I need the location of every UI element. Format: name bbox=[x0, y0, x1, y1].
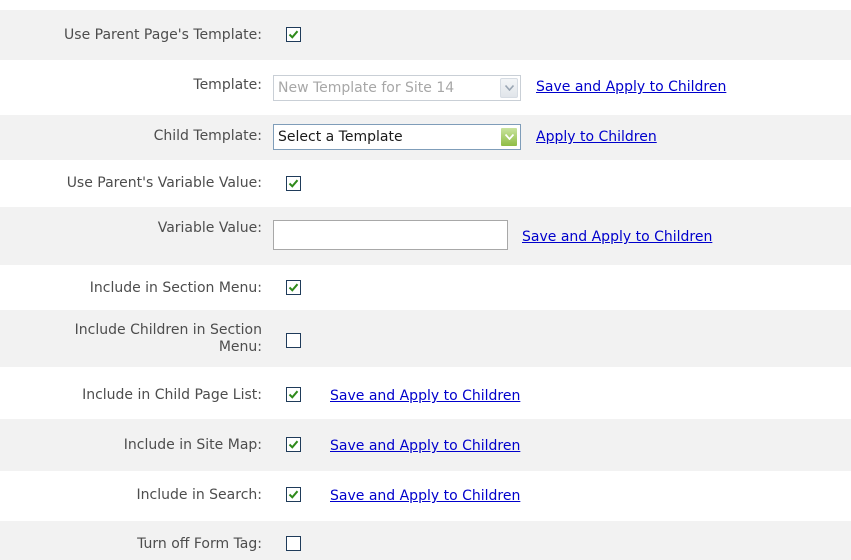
page-properties-form: Use Parent Page's Template: Template: Ne… bbox=[0, 0, 851, 560]
check-icon bbox=[288, 490, 299, 499]
row-include-search: Include in Search: Save and Apply to Chi… bbox=[0, 471, 851, 521]
template-select[interactable]: New Template for Site 14 bbox=[273, 75, 521, 101]
variable-value-save-apply-children-link[interactable]: Save and Apply to Children bbox=[522, 229, 712, 246]
row-turn-off-form-tag: Turn off Form Tag: bbox=[0, 521, 851, 560]
row-use-parent-template: Use Parent Page's Template: bbox=[0, 10, 851, 60]
include-section-menu-checkbox[interactable] bbox=[286, 280, 301, 295]
use-parent-template-checkbox[interactable] bbox=[286, 27, 301, 42]
search-save-apply-children-link[interactable]: Save and Apply to Children bbox=[330, 488, 520, 505]
child-template-select-value: Select a Template bbox=[278, 129, 403, 145]
check-icon bbox=[288, 390, 299, 399]
include-section-menu-label: Include in Section Menu: bbox=[89, 280, 262, 296]
child-template-apply-children-link[interactable]: Apply to Children bbox=[536, 129, 657, 146]
template-label: Template: bbox=[193, 77, 262, 93]
row-include-site-map: Include in Site Map: Save and Apply to C… bbox=[0, 419, 851, 471]
include-search-checkbox[interactable] bbox=[286, 487, 301, 502]
include-child-page-list-checkbox[interactable] bbox=[286, 387, 301, 402]
check-icon bbox=[288, 179, 299, 188]
site-map-save-apply-children-link[interactable]: Save and Apply to Children bbox=[330, 438, 520, 455]
use-parent-variable-label: Use Parent's Variable Value: bbox=[66, 175, 262, 191]
turn-off-form-tag-checkbox[interactable] bbox=[286, 536, 301, 551]
row-child-template: Child Template: Select a Template Apply … bbox=[0, 115, 851, 160]
row-include-children-section-menu: Include Children in Section Menu: bbox=[0, 310, 851, 367]
include-children-section-menu-label: Include Children in Section Menu: bbox=[0, 322, 262, 356]
include-children-section-menu-label-line2: Menu: bbox=[218, 339, 262, 355]
row-include-section-menu: Include in Section Menu: bbox=[0, 265, 851, 310]
include-child-page-list-label: Include in Child Page List: bbox=[82, 387, 262, 403]
use-parent-template-label: Use Parent Page's Template: bbox=[64, 27, 262, 43]
row-variable-value: Variable Value: Save and Apply to Childr… bbox=[0, 207, 851, 265]
include-children-section-menu-checkbox[interactable] bbox=[286, 333, 301, 348]
use-parent-variable-checkbox[interactable] bbox=[286, 176, 301, 191]
template-save-apply-children-link[interactable]: Save and Apply to Children bbox=[536, 79, 726, 96]
variable-value-label: Variable Value: bbox=[157, 220, 262, 236]
include-children-section-menu-label-line1: Include Children in Section bbox=[74, 322, 262, 338]
check-icon bbox=[288, 283, 299, 292]
child-template-label: Child Template: bbox=[153, 128, 262, 144]
variable-value-input[interactable] bbox=[273, 220, 508, 250]
template-select-value: New Template for Site 14 bbox=[278, 80, 455, 96]
row-use-parent-variable: Use Parent's Variable Value: bbox=[0, 160, 851, 207]
include-site-map-label: Include in Site Map: bbox=[123, 437, 262, 453]
row-template: Template: New Template for Site 14 Save … bbox=[0, 60, 851, 115]
include-site-map-checkbox[interactable] bbox=[286, 437, 301, 452]
turn-off-form-tag-label: Turn off Form Tag: bbox=[137, 536, 262, 552]
child-template-select[interactable]: Select a Template bbox=[273, 124, 521, 150]
chevron-down-icon bbox=[500, 127, 518, 147]
include-search-label: Include in Search: bbox=[136, 487, 262, 503]
chevron-down-icon bbox=[500, 78, 518, 98]
row-include-child-page-list: Include in Child Page List: Save and App… bbox=[0, 367, 851, 419]
check-icon bbox=[288, 30, 299, 39]
child-page-list-save-apply-children-link[interactable]: Save and Apply to Children bbox=[330, 388, 520, 405]
check-icon bbox=[288, 440, 299, 449]
